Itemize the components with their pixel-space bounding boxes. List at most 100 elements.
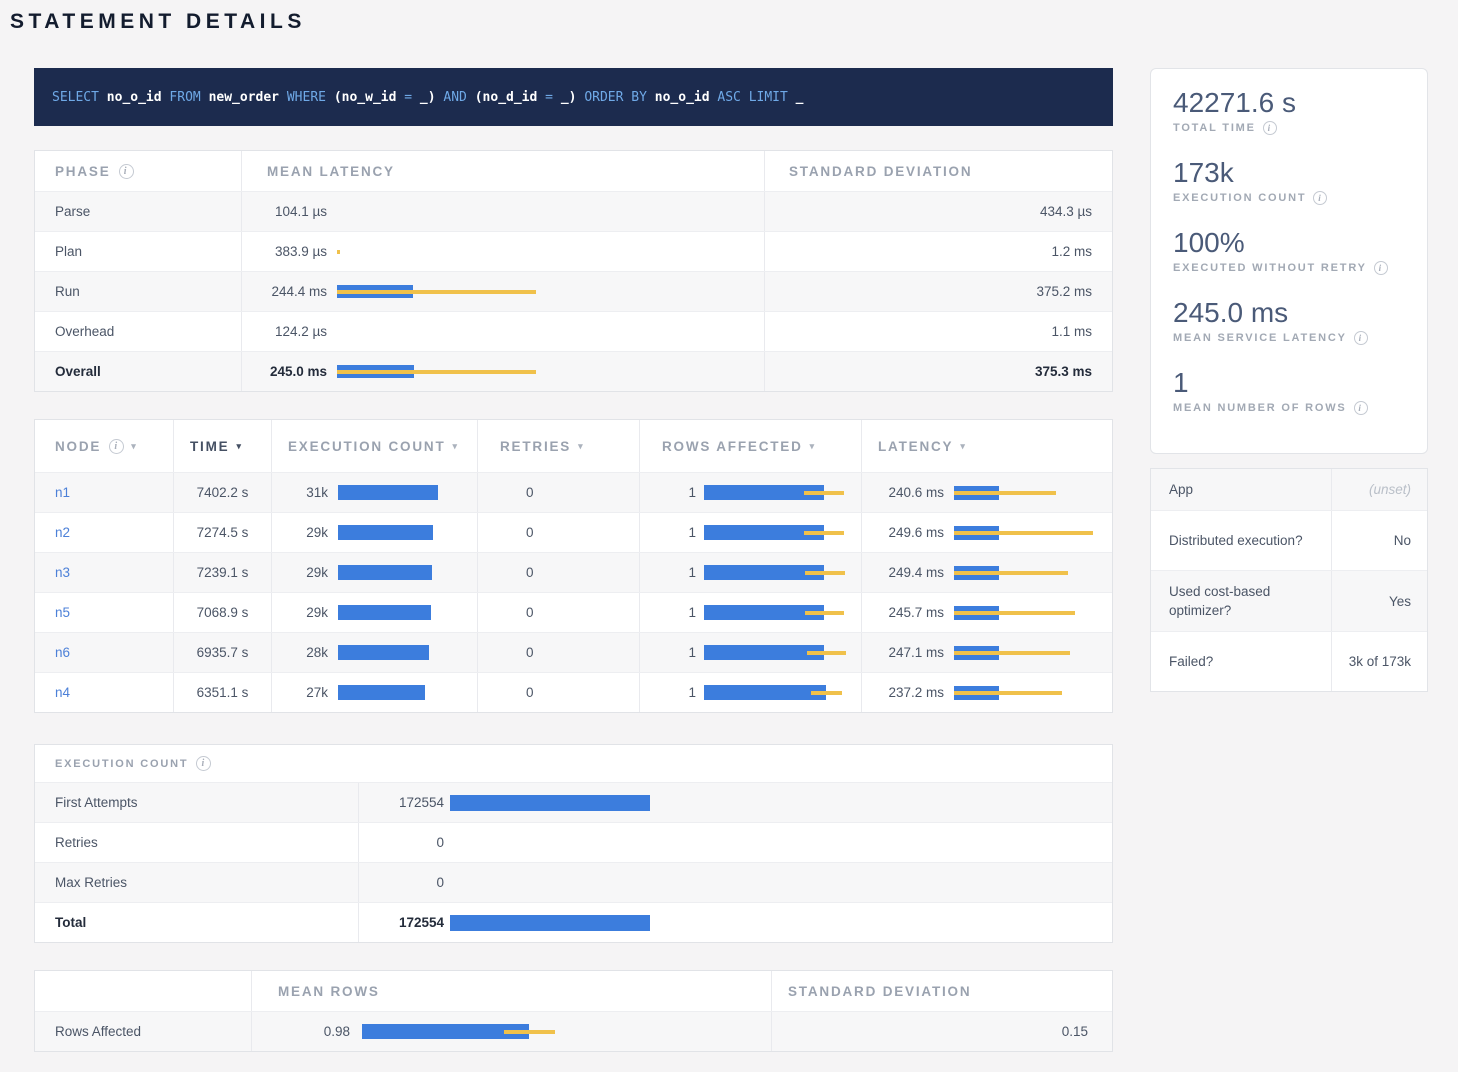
table-row: Rows Affected 0.98 0.15	[35, 1011, 1112, 1051]
latency-column-header[interactable]: LATENCY ▾	[861, 420, 1112, 472]
execution-count-value: 27k	[288, 685, 328, 700]
std-dev-value: 1.1 ms	[764, 312, 1112, 351]
node-link[interactable]: n6	[55, 645, 70, 660]
info-icon[interactable]: i	[196, 756, 211, 771]
phase-label: Run	[35, 272, 241, 311]
rows-affected-bar	[704, 565, 845, 580]
attribute-row-failed: Failed? 3k of 173k	[1151, 631, 1427, 691]
mean-latency-column-header: MEAN LATENCY	[241, 151, 764, 191]
phase-label: Plan	[35, 232, 241, 271]
attribute-label: Distributed execution?	[1151, 511, 1331, 570]
table-row: First Attempts 172554	[35, 782, 1112, 822]
node-column-label: NODE	[55, 439, 101, 454]
table-row: Max Retries 0	[35, 862, 1112, 902]
node-link[interactable]: n5	[55, 605, 70, 620]
rows-affected-bar	[704, 685, 842, 700]
execution-count-title: EXECUTION COUNT	[55, 758, 188, 770]
latency-bar	[337, 365, 536, 378]
latency-bar	[954, 646, 1070, 660]
stat-label: MEAN NUMBER OF ROWS	[1173, 402, 1347, 414]
node-link[interactable]: n3	[55, 565, 70, 580]
phase-latency-table: PHASE i MEAN LATENCY STANDARD DEVIATION …	[34, 150, 1113, 392]
retries-value: 0	[477, 633, 639, 672]
info-icon[interactable]: i	[1313, 191, 1327, 205]
latency-bar	[337, 245, 340, 258]
attribute-value: Yes	[1331, 571, 1427, 631]
info-icon[interactable]: i	[119, 164, 134, 179]
execution-count-bar	[338, 525, 433, 540]
mean-rows-column-header: MEAN ROWS	[251, 971, 771, 1011]
sql-identifier: _)	[420, 90, 443, 105]
empty-column-header	[35, 971, 251, 1011]
rows-affected-value: 1	[656, 645, 696, 660]
node-column-header[interactable]: NODE i ▾	[35, 420, 173, 472]
info-icon[interactable]: i	[1354, 331, 1368, 345]
time-column-header[interactable]: TIME ▾	[173, 420, 271, 472]
main-layout: SELECT no_o_id FROM new_order WHERE (no_…	[0, 68, 1458, 1052]
sql-keyword: AND	[443, 90, 474, 105]
rows-affected-value: 1	[656, 525, 696, 540]
rows-affected-bar	[704, 485, 844, 500]
rows-affected-value: 1	[656, 605, 696, 620]
rows-affected-value: 1	[656, 685, 696, 700]
execution-count-value: 29k	[288, 525, 328, 540]
attribute-row-cost-based-optimizer: Used cost-based optimizer? Yes	[1151, 570, 1427, 631]
sql-keyword: SELECT	[52, 90, 107, 105]
latency-bar	[954, 486, 1056, 500]
attribute-label: Failed?	[1151, 632, 1331, 691]
table-row: Retries 0	[35, 822, 1112, 862]
latency-bar	[954, 566, 1068, 580]
mean-latency-value: 244.4 ms	[267, 284, 327, 299]
stat-value: 42271.6 s	[1173, 86, 1405, 119]
stat-mean-service-latency: 245.0 ms MEAN SERVICE LATENCYi	[1173, 296, 1405, 345]
statement-attributes-table: App (unset) Distributed execution? No Us…	[1150, 468, 1428, 692]
mean-latency-value: 383.9 µs	[267, 244, 327, 259]
sql-keyword: =	[404, 90, 420, 105]
latency-value: 237.2 ms	[878, 685, 944, 700]
time-value: 6351.1 s	[173, 673, 271, 712]
time-value: 7068.9 s	[173, 593, 271, 632]
retries-column-label: RETRIES	[500, 439, 571, 454]
sql-keyword: =	[545, 90, 561, 105]
rows-affected-column-header[interactable]: ROWS AFFECTED ▾	[639, 420, 861, 472]
info-icon[interactable]: i	[109, 439, 124, 454]
execution-count-bar	[338, 685, 425, 700]
execution-count-table-header: EXECUTION COUNT i	[35, 745, 1112, 782]
time-value: 6935.7 s	[173, 633, 271, 672]
phase-label: Parse	[35, 192, 241, 231]
summary-stats-card: 42271.6 s TOTAL TIMEi 173k EXECUTION COU…	[1150, 68, 1428, 454]
info-icon[interactable]: i	[1354, 401, 1368, 415]
std-dev-value: 375.3 ms	[764, 352, 1112, 391]
node-link[interactable]: n1	[55, 485, 70, 500]
node-link[interactable]: n4	[55, 685, 70, 700]
stat-value: 245.0 ms	[1173, 296, 1405, 329]
attribute-row-app: App (unset)	[1151, 469, 1427, 510]
retries-column-header[interactable]: RETRIES ▾	[477, 420, 639, 472]
latency-bar	[954, 526, 1093, 540]
info-icon[interactable]: i	[1374, 261, 1388, 275]
node-link[interactable]: n2	[55, 525, 70, 540]
table-row: n6 6935.7 s 28k 0 1 247.1 ms	[35, 632, 1112, 672]
time-value: 7274.5 s	[173, 513, 271, 552]
rows-affected-value: 1	[656, 485, 696, 500]
sql-identifier: _)	[561, 90, 584, 105]
execution-count-column-header[interactable]: EXECUTION COUNT ▾	[271, 420, 477, 472]
table-row: Run 244.4 ms 375.2 ms	[35, 271, 1112, 311]
stat-total-time: 42271.6 s TOTAL TIME i	[1173, 86, 1405, 135]
attribute-value: (unset)	[1331, 469, 1427, 510]
sql-keyword: ASC LIMIT	[717, 90, 795, 105]
latency-value: 249.6 ms	[878, 525, 944, 540]
info-icon[interactable]: i	[1263, 121, 1277, 135]
sql-keyword: FROM	[169, 90, 208, 105]
retries-value: 0	[477, 473, 639, 512]
sort-desc-icon: ▾	[453, 441, 459, 452]
execution-count-bar	[338, 645, 429, 660]
execution-count-value: 31k	[288, 485, 328, 500]
execution-row-value: 172554	[359, 795, 444, 810]
execution-count-bar	[338, 605, 431, 620]
mean-latency-value: 104.1 µs	[267, 204, 327, 219]
execution-count-bar	[450, 915, 650, 931]
stat-label: TOTAL TIME	[1173, 122, 1256, 134]
execution-count-value: 29k	[288, 565, 328, 580]
sql-identifier: no_o_id	[655, 90, 718, 105]
